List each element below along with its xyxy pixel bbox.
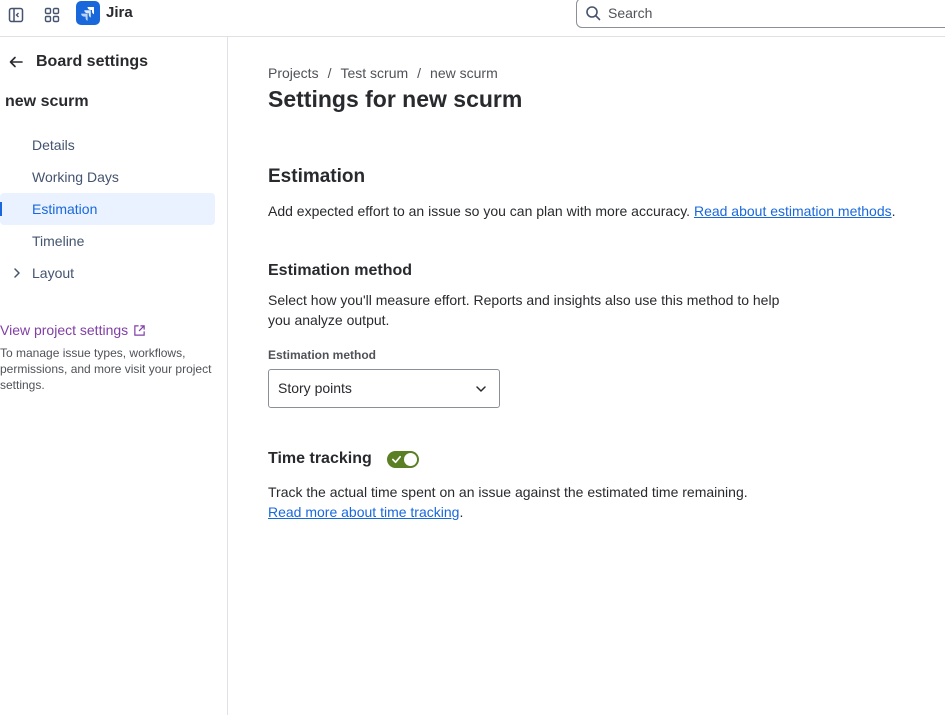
sidebar-item-working-days[interactable]: Working Days <box>0 161 215 193</box>
search-input[interactable]: Search <box>576 0 945 28</box>
sidebar-item-estimation[interactable]: Estimation <box>0 193 215 225</box>
time-tracking-heading: Time tracking <box>268 450 372 467</box>
chevron-down-icon <box>476 386 486 392</box>
estimation-method-description: Select how you'll measure effort. Report… <box>268 292 780 328</box>
toggle-knob <box>404 453 417 466</box>
sidebar-title: Board settings <box>36 53 149 70</box>
estimation-method-value: Story points <box>278 380 352 396</box>
search-icon <box>585 5 601 26</box>
project-link-label: View project settings <box>0 322 129 338</box>
back-to-board-button[interactable]: Board settings <box>8 52 148 72</box>
top-navigation-bar: Jira Search <box>0 0 945 37</box>
time-tracking-toggle[interactable] <box>387 451 419 468</box>
breadcrumb-test-scrum[interactable]: Test scrum <box>340 65 408 81</box>
settings-nav: Details Working Days Estimation Timeline… <box>0 129 215 289</box>
breadcrumb-separator: / <box>327 65 332 81</box>
project-settings-description: To manage issue types, workflows, permis… <box>0 346 212 392</box>
estimation-methods-link[interactable]: Read about estimation methods <box>694 203 892 219</box>
estimation-method-select[interactable]: Story points <box>268 369 500 408</box>
search-placeholder: Search <box>608 5 653 21</box>
sidebar-item-label: Details <box>32 137 75 153</box>
sidebar-item-label: Timeline <box>32 233 85 249</box>
estimation-method-label: Estimation method <box>268 348 377 362</box>
time-tracking-link[interactable]: Read more about time tracking <box>268 504 459 520</box>
breadcrumb-projects[interactable]: Projects <box>268 65 319 81</box>
check-icon <box>392 455 401 464</box>
settings-sidebar: Board settings new scurm Details Working… <box>0 37 228 715</box>
page-title: Settings for new scurm <box>268 86 523 112</box>
jira-logo-icon[interactable] <box>76 1 100 25</box>
time-tracking-description: Track the actual time spent on an issue … <box>268 482 748 522</box>
sidebar-item-label: Working Days <box>32 169 119 185</box>
estimation-heading: Estimation <box>268 166 366 187</box>
estimation-description-text: Add expected effort to an issue so you c… <box>268 203 694 219</box>
sidebar-item-details[interactable]: Details <box>0 129 215 161</box>
external-link-icon <box>134 324 145 336</box>
chevron-right-icon[interactable] <box>11 267 23 279</box>
estimation-method-heading: Estimation method <box>268 262 413 279</box>
breadcrumb-new-scurm[interactable]: new scurm <box>430 65 498 81</box>
app-name[interactable]: Jira <box>106 4 133 21</box>
arrow-left-icon <box>9 56 23 68</box>
estimation-description: Add expected effort to an issue so you c… <box>268 203 896 219</box>
time-tracking-description-text: Track the actual time spent on an issue … <box>268 484 748 500</box>
time-tracking-link-suffix: . <box>459 504 464 520</box>
estimation-description-suffix: . <box>891 203 896 219</box>
sidebar-item-label: Estimation <box>32 201 98 217</box>
breadcrumb: Projects / Test scrum / new scurm <box>268 65 498 81</box>
sidebar-item-timeline[interactable]: Timeline <box>0 225 215 257</box>
sidebar-item-label: Layout <box>32 265 75 281</box>
sidebar-toggle-icon[interactable] <box>5 5 27 25</box>
breadcrumb-separator: / <box>417 65 422 81</box>
board-name: new scurm <box>5 93 89 110</box>
view-project-settings-link[interactable]: View project settings <box>0 322 146 338</box>
sidebar-item-layout[interactable]: Layout <box>0 257 215 289</box>
app-switcher-icon[interactable] <box>41 5 63 25</box>
